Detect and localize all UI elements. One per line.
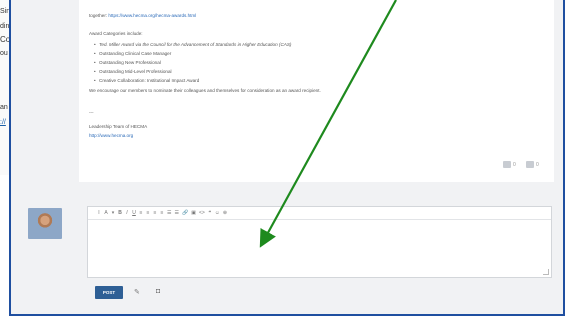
arrow-line: [259, 0, 397, 248]
annotation-arrow: [259, 0, 397, 248]
